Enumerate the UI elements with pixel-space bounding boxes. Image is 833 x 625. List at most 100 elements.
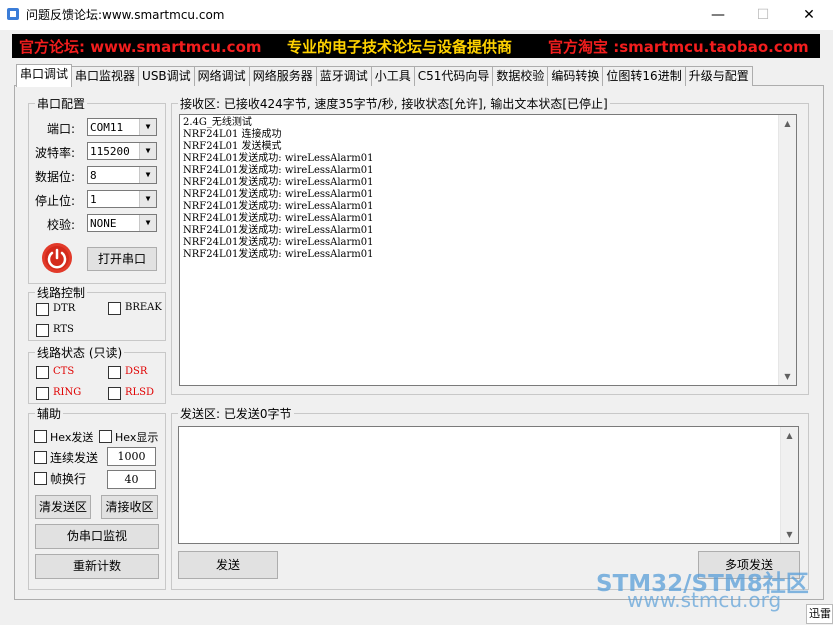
break-label: BREAK bbox=[125, 302, 162, 313]
banner-slogan: 专业的电子技术论坛与设备提供商 bbox=[287, 37, 513, 56]
tab-usb-debug[interactable]: USB调试 bbox=[138, 66, 195, 86]
auto-send-interval-input[interactable]: 1000 bbox=[107, 447, 156, 466]
assist-title: 辅助 bbox=[35, 405, 64, 422]
frame-length-input[interactable]: 40 bbox=[107, 470, 156, 489]
hex-show-checkbox[interactable] bbox=[99, 430, 112, 443]
open-port-button[interactable]: 打开串口 bbox=[87, 247, 157, 271]
rlsd-checkbox bbox=[108, 387, 121, 400]
frame-newline-checkbox[interactable] bbox=[34, 472, 47, 485]
chevron-down-icon: ▼ bbox=[139, 191, 156, 207]
parity-label: 校验: bbox=[47, 218, 76, 232]
receive-line: NRF24L01发送成功: wireLessAlarm01 bbox=[183, 237, 374, 248]
tab-network-server[interactable]: 网络服务器 bbox=[248, 66, 317, 86]
rts-checkbox[interactable] bbox=[36, 324, 49, 337]
send-button[interactable]: 发送 bbox=[178, 551, 278, 579]
receive-line: NRF24L01发送成功: wireLessAlarm01 bbox=[183, 189, 374, 200]
ring-label: RING bbox=[53, 387, 82, 398]
line-status-group: 线路状态 (只读) CTS DSR RING RLSD bbox=[28, 344, 166, 404]
receive-group: 接收区: 已接收424字节, 速度35字节/秒, 接收状态[允许], 输出文本状… bbox=[171, 95, 809, 395]
tab-data-checksum[interactable]: 数据校验 bbox=[492, 66, 549, 86]
tab-tools[interactable]: 小工具 bbox=[370, 66, 415, 86]
clear-receive-button[interactable]: 清接收区 bbox=[101, 495, 158, 519]
auto-send-checkbox[interactable] bbox=[34, 451, 47, 464]
reset-count-button[interactable]: 重新计数 bbox=[35, 554, 159, 579]
send-scrollbar[interactable]: ▲ ▼ bbox=[780, 427, 798, 543]
dtr-label: DTR bbox=[53, 303, 76, 314]
tab-c51-wizard[interactable]: C51代码向导 bbox=[413, 66, 494, 86]
cts-label: CTS bbox=[53, 366, 75, 377]
banner-shop[interactable]: 官方淘宝 :smartmcu.taobao.com bbox=[548, 36, 809, 57]
frame-newline-label: 帧换行 bbox=[50, 472, 87, 486]
baud-select[interactable]: 115200 ▼ bbox=[87, 142, 157, 160]
hex-show-label: Hex显示 bbox=[115, 431, 159, 444]
scroll-down-icon[interactable]: ▼ bbox=[779, 368, 796, 385]
stopbits-value: 1 bbox=[90, 193, 97, 206]
baud-label: 波特率: bbox=[35, 146, 76, 160]
close-button[interactable]: ✕ bbox=[786, 0, 832, 30]
ring-checkbox bbox=[36, 387, 49, 400]
receive-line: NRF24L01发送成功: wireLessAlarm01 bbox=[183, 225, 374, 236]
maximize-button[interactable]: ☐ bbox=[740, 0, 786, 30]
send-textarea[interactable]: ▲ ▼ bbox=[178, 426, 799, 544]
scroll-down-icon[interactable]: ▼ bbox=[781, 526, 798, 543]
receive-scrollbar[interactable]: ▲ ▼ bbox=[778, 115, 796, 385]
tab-encoding[interactable]: 编码转换 bbox=[547, 66, 604, 86]
tab-network-debug[interactable]: 网络调试 bbox=[193, 66, 250, 86]
stopbits-label: 停止位: bbox=[35, 194, 76, 208]
clear-send-button[interactable]: 清发送区 bbox=[35, 495, 91, 519]
serial-config-group: 串口配置 端口: COM11 ▼ 波特率: 115200 ▼ 数据位: 8 ▼ … bbox=[28, 95, 166, 284]
serial-config-title: 串口配置 bbox=[35, 95, 88, 112]
databits-select[interactable]: 8 ▼ bbox=[87, 166, 157, 184]
parity-value: NONE bbox=[90, 217, 117, 230]
hex-send-checkbox[interactable] bbox=[34, 430, 47, 443]
assist-group: 辅助 Hex发送 Hex显示 连续发送 1000 帧换行 40 清发送区 清接收… bbox=[28, 405, 166, 590]
port-select[interactable]: COM11 ▼ bbox=[87, 118, 157, 136]
banner: 官方论坛: www.smartmcu.com 专业的电子技术论坛与设备提供商 官… bbox=[12, 34, 820, 58]
tab-serial-monitor[interactable]: 串口监视器 bbox=[71, 66, 140, 86]
receive-line: NRF24L01 发送模式 bbox=[183, 141, 282, 152]
cts-checkbox bbox=[36, 366, 49, 379]
port-value: COM11 bbox=[90, 121, 124, 134]
dtr-checkbox[interactable] bbox=[36, 303, 49, 316]
tab-upgrade-config[interactable]: 升级与配置 bbox=[684, 66, 753, 86]
stopbits-select[interactable]: 1 ▼ bbox=[87, 190, 157, 208]
dsr-label: DSR bbox=[125, 366, 148, 377]
receive-line: NRF24L01发送成功: wireLessAlarm01 bbox=[183, 213, 374, 224]
auto-send-label: 连续发送 bbox=[50, 451, 99, 465]
hex-send-label: Hex发送 bbox=[50, 431, 94, 444]
baud-value: 115200 bbox=[90, 145, 130, 158]
port-label: 端口: bbox=[47, 122, 76, 136]
scroll-up-icon[interactable]: ▲ bbox=[779, 115, 796, 132]
line-control-group: 线路控制 DTR BREAK RTS bbox=[28, 284, 166, 341]
receive-line: NRF24L01发送成功: wireLessAlarm01 bbox=[183, 249, 374, 260]
window-title: 问题反馈论坛:www.smartmcu.com bbox=[26, 8, 225, 22]
tab-bluetooth-debug[interactable]: 蓝牙调试 bbox=[315, 66, 372, 86]
fake-monitor-button[interactable]: 伪串口监视 bbox=[35, 524, 159, 549]
title-bar: 问题反馈论坛:www.smartmcu.com — ☐ ✕ bbox=[0, 0, 833, 30]
receive-status-label: 接收区: 已接收424字节, 速度35字节/秒, 接收状态[允许], 输出文本状… bbox=[178, 95, 610, 112]
tab-serial-debug[interactable]: 串口调试 bbox=[16, 64, 73, 87]
tab-bitmap-hex[interactable]: 位图转16进制 bbox=[602, 66, 686, 86]
side-tag: 迅雷 bbox=[806, 604, 833, 624]
receive-content: 2.4G_无线测试 NRF24L01 连接成功 NRF24L01 发送模式 NRF24… bbox=[183, 117, 374, 261]
tab-strip: 串口调试 串口监视器 USB调试 网络调试 网络服务器 蓝牙调试 小工具 C51… bbox=[16, 64, 753, 87]
receive-line: NRF24L01发送成功: wireLessAlarm01 bbox=[183, 153, 374, 164]
receive-line: NRF24L01发送成功: wireLessAlarm01 bbox=[183, 201, 374, 212]
rts-label: RTS bbox=[53, 324, 74, 335]
parity-select[interactable]: NONE ▼ bbox=[87, 214, 157, 232]
send-status-label: 发送区: 已发送0字节 bbox=[178, 405, 294, 422]
receive-textarea[interactable]: 2.4G_无线测试 NRF24L01 连接成功 NRF24L01 发送模式 NRF24… bbox=[179, 114, 797, 386]
line-control-title: 线路控制 bbox=[35, 284, 88, 301]
receive-line: NRF24L01发送成功: wireLessAlarm01 bbox=[183, 165, 374, 176]
minimize-button[interactable]: — bbox=[695, 0, 741, 30]
watermark-url: www.stmcu.org bbox=[627, 588, 782, 612]
banner-forum[interactable]: 官方论坛: www.smartmcu.com bbox=[19, 36, 262, 57]
receive-line: NRF24L01 连接成功 bbox=[183, 129, 282, 140]
power-icon[interactable] bbox=[41, 242, 73, 274]
chevron-down-icon: ▼ bbox=[139, 119, 156, 135]
chevron-down-icon: ▼ bbox=[139, 215, 156, 231]
scroll-up-icon[interactable]: ▲ bbox=[781, 427, 798, 444]
app-icon bbox=[7, 8, 19, 20]
break-checkbox[interactable] bbox=[108, 302, 121, 315]
rlsd-label: RLSD bbox=[125, 387, 155, 398]
